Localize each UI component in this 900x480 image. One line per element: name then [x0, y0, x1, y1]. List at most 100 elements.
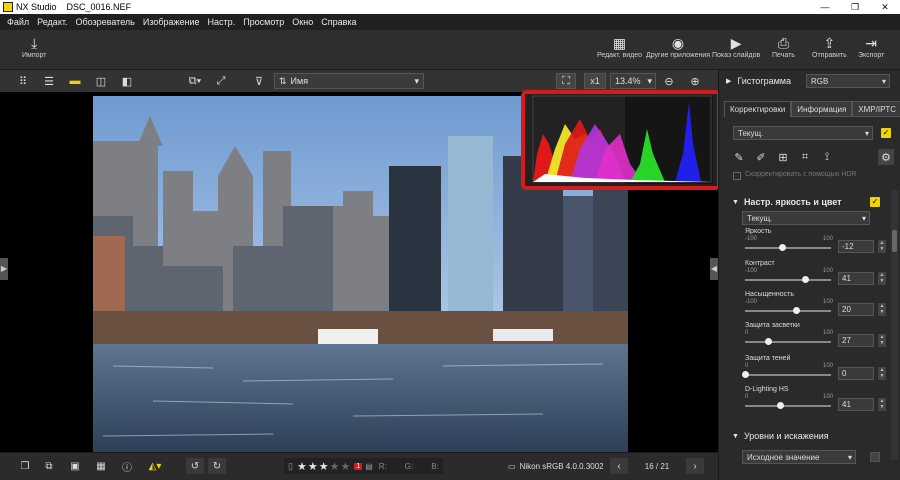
label-menu-icon[interactable]: ▤ [365, 462, 373, 471]
slider-value-field[interactable]: 27 [838, 334, 874, 347]
protect-icon[interactable]: ▯ [288, 461, 293, 472]
star-1[interactable]: ★ [297, 460, 307, 473]
minimize-icon[interactable]: — [810, 2, 840, 13]
slider-track[interactable] [745, 374, 831, 376]
edit-video-button[interactable]: ▦ Редакт. видео [597, 34, 642, 59]
menu-browser[interactable]: Обозреватель [75, 17, 134, 27]
list-view-icon[interactable]: ☰ [40, 73, 58, 89]
stack-icon[interactable]: ❐ [16, 458, 34, 474]
crop-icon[interactable]: ⌗ [796, 149, 814, 165]
compare-split-icon[interactable]: ◧ [118, 73, 136, 89]
histogram-channel-select[interactable]: RGB ▾ [806, 74, 890, 88]
brightness-preset-select[interactable]: Текущ. ▾ [742, 211, 870, 225]
gear-icon[interactable]: ⚙ [878, 149, 894, 165]
slider-value-field[interactable]: 0 [838, 367, 874, 380]
export-button[interactable]: ⇥ Экспорт [858, 34, 884, 59]
stepper-icon[interactable]: ▲ ▼ [878, 303, 886, 316]
sort-select[interactable]: ⇅ Имя ▾ [274, 73, 424, 89]
perspective-icon[interactable]: ⟟ [818, 149, 836, 165]
preset-checkbox[interactable]: ✓ [881, 128, 891, 138]
zoom-factor-button[interactable]: x1 [584, 73, 606, 89]
right-panel-toggle[interactable]: ◀ [710, 258, 718, 280]
restore-icon[interactable]: ❐ [840, 2, 870, 13]
zoom-field[interactable]: 13.4% ▾ [610, 73, 656, 89]
stepper-icon[interactable]: ▲ ▼ [878, 334, 886, 347]
tab-adjustments[interactable]: Корректировки [724, 101, 792, 117]
slideshow-button[interactable]: ▶ Показ слайдов [712, 34, 760, 59]
rotate-left-icon[interactable]: ↺ [186, 458, 204, 474]
import-button[interactable]: ⤓ Импорт [22, 34, 46, 59]
slider-thumb[interactable] [779, 244, 787, 251]
star-5[interactable]: ★ [340, 460, 350, 473]
stepper-icon[interactable]: ▲ ▼ [878, 367, 886, 380]
send-button[interactable]: ⇪ Отправить [812, 34, 847, 59]
menu-image[interactable]: Изображение [143, 17, 200, 27]
stepper-icon[interactable]: ▲ ▼ [878, 240, 886, 253]
slider-track[interactable] [745, 405, 831, 407]
tab-xmp-iptc[interactable]: XMP/IPTC [852, 101, 900, 117]
group-icon[interactable]: ⧉ [40, 458, 58, 474]
info-icon[interactable]: ⓘ [118, 458, 136, 474]
next-image-button[interactable]: › [686, 458, 704, 474]
preset-select[interactable]: Текущ. ▾ [733, 126, 873, 140]
hdr-checkbox[interactable] [733, 172, 741, 180]
stepper-icon[interactable]: ▲ ▼ [878, 398, 886, 411]
slider-label: Насыщенность [745, 291, 795, 298]
other-apps-button[interactable]: ◉ Другие приложения [646, 34, 710, 59]
print-button[interactable]: ⎙ Печать [772, 34, 795, 59]
label-flag[interactable]: 1 [354, 462, 363, 470]
retouch-brush-icon[interactable]: ✐ [752, 149, 770, 165]
slider-value-field[interactable]: 20 [838, 303, 874, 316]
filter-icon[interactable]: ⊽ [250, 73, 268, 89]
prev-image-button[interactable]: ‹ [610, 458, 628, 474]
eyedropper-icon[interactable]: ✎ [730, 149, 748, 165]
slider-thumb[interactable] [793, 307, 801, 314]
menu-file[interactable]: Файл [7, 17, 29, 27]
slider-block: Контраст -100 100 41 ▲ ▼ [740, 260, 890, 290]
slider-track[interactable] [745, 247, 831, 249]
star-3[interactable]: ★ [319, 460, 329, 473]
fit-screen-icon[interactable]: ⛶ [556, 73, 576, 89]
levels-section-header[interactable]: ▼ Уровни и искажения [724, 428, 900, 444]
slider-thumb[interactable] [764, 338, 772, 345]
menu-window[interactable]: Окно [292, 17, 313, 27]
slider-thumb[interactable] [741, 371, 749, 378]
menu-edit[interactable]: Редакт. [37, 17, 67, 27]
slider-track[interactable] [745, 279, 831, 281]
rotate-right-icon[interactable]: ↻ [208, 458, 226, 474]
slider-label: Защита теней [745, 355, 791, 362]
grid-overlay-icon[interactable]: ▦ [92, 458, 110, 474]
zoom-out-icon[interactable]: ⊖ [660, 73, 678, 89]
slider-value-field[interactable]: 41 [838, 398, 874, 411]
levels-preset-select[interactable]: Исходное значение ▾ [742, 450, 856, 464]
slider-value-field[interactable]: -12 [838, 240, 874, 253]
stepper-icon[interactable]: ▲ ▼ [878, 272, 886, 285]
star-4[interactable]: ★ [330, 460, 340, 473]
single-view-icon[interactable]: ▬ [66, 73, 84, 89]
menu-help[interactable]: Справка [321, 17, 356, 27]
panel-scrollbar[interactable] [891, 190, 898, 460]
star-2[interactable]: ★ [308, 460, 318, 473]
brightness-section-header[interactable]: ▼ Настр. яркость и цвет [724, 194, 884, 210]
fullscreen-icon[interactable]: ⤢ [212, 73, 230, 89]
slider-thumb[interactable] [776, 402, 784, 409]
grid-view-icon[interactable]: ⠿ [14, 73, 32, 89]
histogram-toggle-icon[interactable]: ◭▾ [142, 458, 168, 474]
zoom-in-icon[interactable]: ⊕ [686, 73, 704, 89]
slider-value-field[interactable]: 41 [838, 272, 874, 285]
info-frame-icon[interactable]: ▣ [66, 458, 84, 474]
levels-checkbox[interactable] [870, 452, 880, 462]
compare-2-icon[interactable]: ◫ [92, 73, 110, 89]
menu-settings[interactable]: Настр. [208, 17, 236, 27]
layout-dropdown-icon[interactable]: ⧉▾ [182, 73, 208, 89]
left-panel-toggle[interactable]: ▶ [0, 258, 8, 280]
upload-icon: ⇪ [823, 35, 836, 51]
slider-track[interactable] [745, 341, 831, 343]
slider-thumb[interactable] [802, 276, 810, 283]
straighten-icon[interactable]: ⊞ [774, 149, 792, 165]
brightness-section-checkbox[interactable]: ✓ [870, 197, 880, 207]
close-icon[interactable]: ✕ [870, 2, 900, 13]
menu-view[interactable]: Просмотр [243, 17, 284, 27]
tab-info[interactable]: Информация [791, 101, 853, 117]
slider-track[interactable] [745, 310, 831, 312]
